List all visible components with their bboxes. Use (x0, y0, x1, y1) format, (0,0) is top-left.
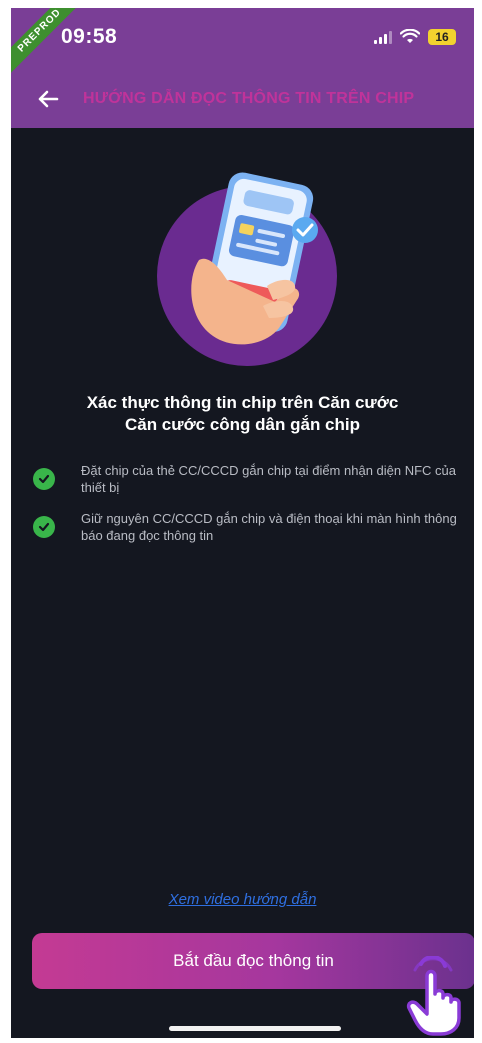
status-icons: 16 (374, 26, 456, 48)
app-bar: HƯỚNG DẪN ĐỌC THÔNG TIN TRÊN CHIP (11, 68, 474, 128)
wifi-icon (400, 29, 420, 43)
check-icon (33, 516, 55, 538)
status-bar: PREPROD 09:58 16 (11, 8, 474, 77)
screen: PREPROD 09:58 16 HƯỚNG DẪN ĐỌC THÔNG TIN… (11, 8, 474, 1038)
status-time: 09:58 (61, 25, 118, 48)
back-button[interactable] (33, 84, 63, 114)
step-text: Đặt chip của thẻ CC/CCCD gắn chip tại đi… (81, 463, 457, 495)
check-icon (33, 468, 55, 490)
info-heading: Xác thực thông tin chip trên Căn cước Că… (31, 392, 454, 436)
signal-icon (374, 30, 392, 44)
battery-icon: 16 (428, 29, 456, 45)
list-item: Giữ nguyên CC/CCCD gắn chip và điện thoạ… (33, 510, 463, 544)
hand-holding-phone-icon (157, 172, 337, 366)
home-indicator (169, 1026, 341, 1031)
step-text: Giữ nguyên CC/CCCD gắn chip và điện thoạ… (81, 511, 457, 543)
heading-line-2: Căn cước công dân gắn chip (124, 415, 361, 434)
heading-line-1: Xác thực thông tin chip trên Căn cước (86, 393, 399, 412)
watch-video-link[interactable]: Xem video hướng dẫn (11, 891, 474, 908)
header: PREPROD 09:58 16 HƯỚNG DẪN ĐỌC THÔNG TIN… (11, 8, 474, 128)
tap-hand-icon (406, 956, 461, 1036)
page-title: HƯỚNG DẪN ĐỌC THÔNG TIN TRÊN CHIP (83, 90, 415, 107)
list-item: Đặt chip của thẻ CC/CCCD gắn chip tại đi… (33, 462, 463, 496)
instruction-list: Đặt chip của thẻ CC/CCCD gắn chip tại đi… (33, 462, 463, 558)
arrow-left-icon (38, 90, 59, 108)
